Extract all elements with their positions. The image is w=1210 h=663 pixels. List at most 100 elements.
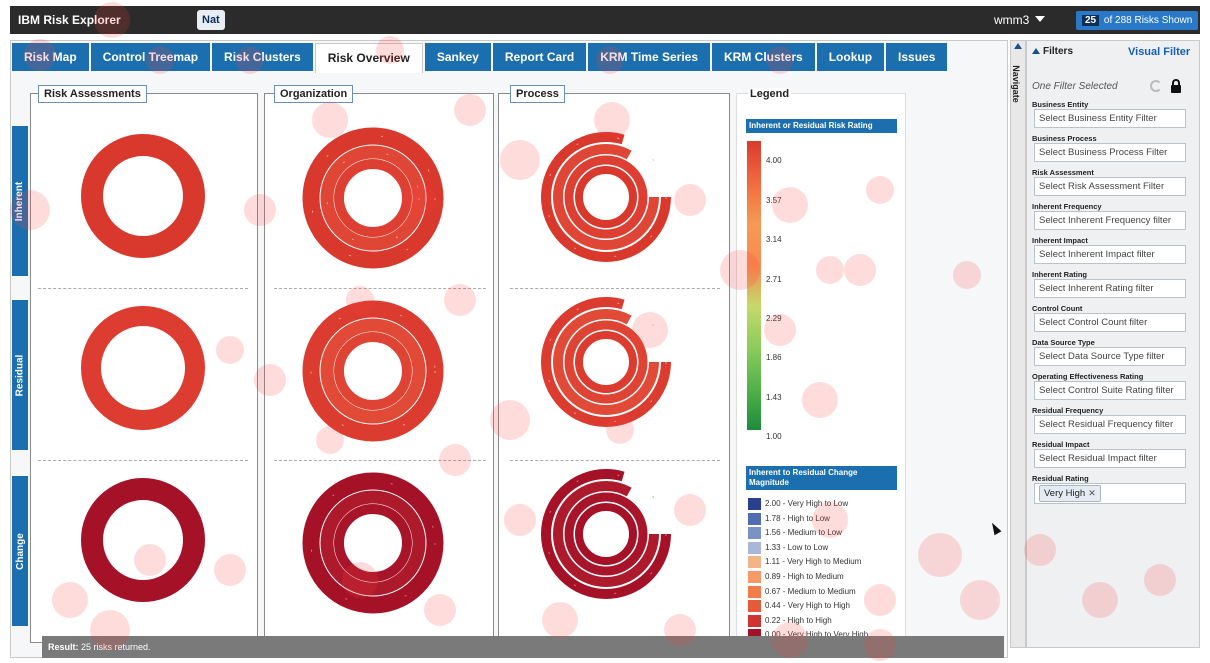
app-title: IBM Risk Explorer [18, 13, 121, 27]
filters-toggle[interactable]: Filters [1032, 46, 1073, 57]
sunburst-change-risk-assessments[interactable] [80, 477, 206, 603]
control-count-filter[interactable]: Select Control Count filter [1034, 313, 1186, 332]
result-prefix: Result: [48, 642, 79, 652]
change-legend-swatch [748, 541, 761, 554]
lock-icon[interactable] [1171, 79, 1181, 93]
risks-shown-count: 25 [1082, 15, 1100, 26]
rating-tick-label: 3.14 [766, 235, 782, 244]
risks-shown-text: of 288 Risks Shown [1103, 15, 1193, 26]
sunburst-change-organization[interactable] [302, 472, 444, 614]
filter-label: Risk Assessment [1032, 168, 1094, 177]
rating-tick-label: 1.43 [766, 393, 782, 402]
remove-tag-icon[interactable]: ✕ [1088, 488, 1096, 498]
tab-lookup[interactable]: Lookup [816, 43, 885, 71]
filter-label: Operating Effectiveness Rating [1032, 372, 1144, 381]
view-tabs: Risk Map Control Treemap Risk Clusters R… [12, 43, 948, 73]
row-label-inherent: Inherent [12, 126, 28, 276]
sunburst-change-process[interactable] [536, 464, 686, 614]
user-menu[interactable]: wmm3 [994, 13, 1046, 27]
row-divider [38, 460, 248, 461]
row-divider [510, 460, 720, 461]
tab-krm-clusters[interactable]: KRM Clusters [712, 43, 815, 71]
rating-color-scale [747, 141, 761, 430]
legend-rating-header: Inherent or Residual Risk Rating [746, 119, 897, 133]
collapse-arrow-icon [1014, 43, 1022, 49]
visual-filter-link[interactable]: Visual Filter [1128, 46, 1190, 58]
result-bar: Result: 25 risks returned. [42, 636, 1004, 658]
residual-rating-filter[interactable]: Very High ✕ [1034, 483, 1186, 504]
filter-label: Data Source Type [1032, 338, 1095, 347]
filter-tag: Very High ✕ [1039, 485, 1101, 502]
column-title-process: Process [510, 85, 565, 103]
filter-label: Inherent Rating [1032, 270, 1088, 279]
app-header: IBM Risk Explorer Nat wmm3 25 of 288 Ris… [10, 6, 1200, 34]
sunburst-inherent-organization[interactable] [302, 127, 444, 269]
user-pill[interactable]: Nat [197, 10, 225, 30]
sunburst-inherent-risk-assessments[interactable] [80, 133, 206, 259]
tab-report-card[interactable]: Report Card [492, 43, 587, 71]
risks-shown-badge: 25 of 288 Risks Shown [1076, 11, 1199, 30]
change-legend-label: 1.78 - High to Low [765, 513, 830, 523]
chevron-down-icon [1035, 16, 1046, 22]
change-legend-swatch [748, 527, 761, 540]
tab-risk-overview[interactable]: Risk Overview [314, 43, 423, 73]
change-legend-label: 1.33 - Low to Low [765, 542, 829, 552]
filter-label: Residual Impact [1032, 440, 1090, 449]
tab-issues[interactable]: Issues [886, 43, 948, 71]
change-legend-swatch [748, 556, 761, 569]
rating-tick-label: 3.57 [766, 196, 782, 205]
inherent-impact-filter[interactable]: Select Inherent Impact filter [1034, 245, 1186, 264]
change-legend-swatch [748, 600, 761, 613]
change-legend-swatch [748, 614, 761, 627]
navigate-toggle[interactable]: Navigate [1010, 40, 1026, 648]
legend-title: Legend [748, 88, 792, 100]
filter-label: Business Process [1032, 134, 1097, 143]
tab-krm-time-series[interactable]: KRM Time Series [588, 43, 711, 71]
sunburst-inherent-process[interactable] [536, 127, 686, 277]
filter-label: Business Entity [1032, 100, 1089, 109]
control-suite-rating-filter[interactable]: Select Control Suite Rating filter [1034, 381, 1186, 400]
rating-tick-label: 2.29 [766, 314, 782, 323]
rating-tick-label: 1.00 [766, 432, 782, 441]
sunburst-residual-process[interactable] [536, 292, 686, 442]
tab-risk-clusters[interactable]: Risk Clusters [212, 43, 313, 71]
filter-label: Control Count [1032, 304, 1083, 313]
column-title-organization: Organization [274, 85, 354, 103]
change-legend-label: 2.00 - Very High to Low [765, 499, 849, 508]
navigate-label: Navigate [1010, 65, 1021, 103]
rating-tick-label: 1.86 [766, 353, 782, 362]
inherent-frequency-filter[interactable]: Select Inherent Frequency filter [1034, 211, 1186, 230]
change-legend-swatch [748, 512, 761, 525]
change-legend-label: 0.89 - High to Medium [765, 572, 844, 581]
sunburst-residual-organization[interactable] [302, 300, 444, 442]
row-divider [510, 288, 720, 289]
risk-assessment-filter[interactable]: Select Risk Assessment Filter [1034, 177, 1186, 196]
filter-label: Residual Rating [1032, 474, 1089, 483]
row-label-change: Change [12, 476, 28, 626]
change-legend-label: 0.44 - Very High to High [765, 601, 850, 611]
tab-risk-map[interactable]: Risk Map [12, 43, 89, 71]
collapse-arrow-icon [1032, 48, 1040, 54]
business-entity-filter[interactable]: Select Business Entity Filter [1034, 109, 1186, 128]
filters-header: Filters [1043, 46, 1074, 57]
change-legend-swatch [748, 585, 761, 598]
business-process-filter[interactable]: Select Business Process Filter [1034, 143, 1186, 162]
filter-tag-label: Very High [1044, 488, 1086, 499]
change-legend-swatch [748, 571, 761, 583]
filter-label: Residual Frequency [1032, 406, 1104, 415]
column-title-risk-assessments: Risk Assessments [38, 85, 147, 103]
residual-frequency-filter[interactable]: Select Residual Frequency filter [1034, 415, 1186, 434]
data-source-type-filter[interactable]: Select Data Source Type filter [1034, 347, 1186, 366]
change-legend-label: 1.11 - Very High to Medium [765, 557, 862, 567]
row-divider [38, 288, 248, 289]
inherent-rating-filter[interactable]: Select Inherent Rating filter [1034, 279, 1186, 298]
residual-impact-filter[interactable]: Select Residual Impact filter [1034, 449, 1186, 468]
change-legend-label: 0.67 - Medium to Medium [765, 586, 856, 596]
sunburst-residual-risk-assessments[interactable] [80, 305, 206, 431]
tab-sankey[interactable]: Sankey [424, 43, 491, 71]
change-legend-label: 1.56 - Medium to Low [765, 528, 842, 538]
tab-control-treemap[interactable]: Control Treemap [90, 43, 211, 71]
refresh-icon[interactable] [1150, 80, 1162, 92]
change-legend-swatch [748, 498, 761, 510]
row-divider [274, 288, 486, 289]
